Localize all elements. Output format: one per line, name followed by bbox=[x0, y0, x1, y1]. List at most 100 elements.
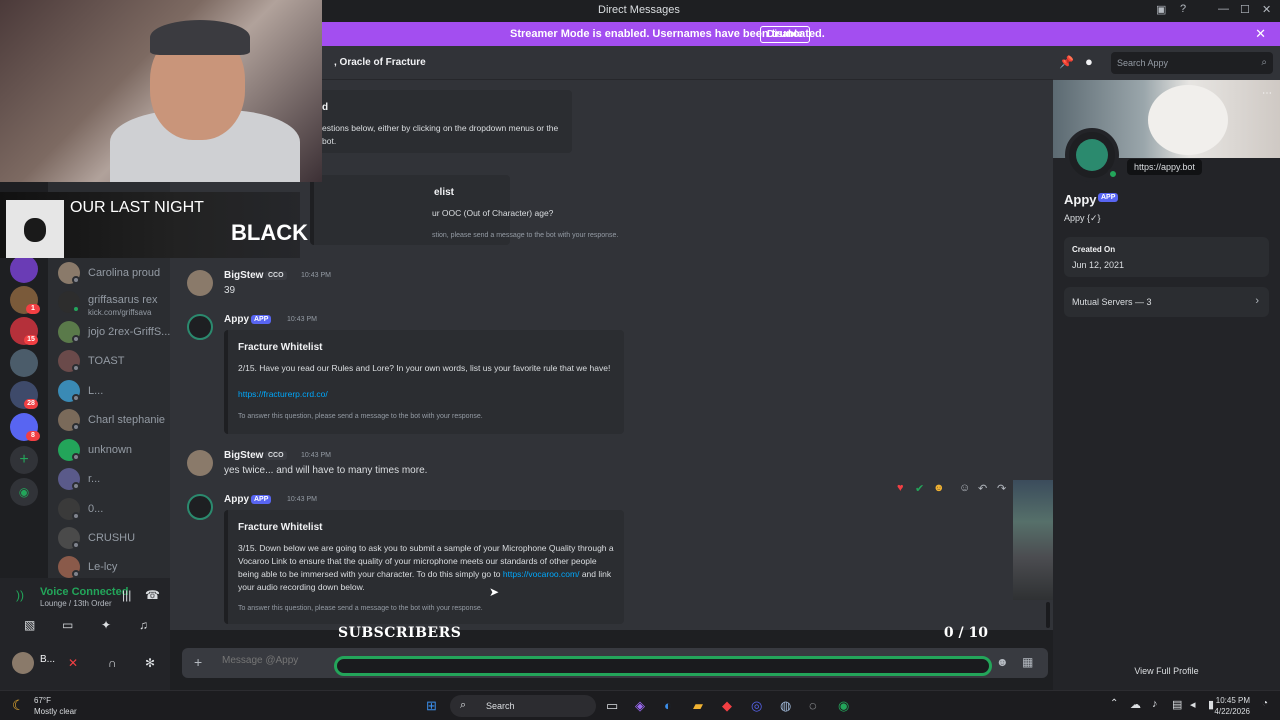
inbox-icon[interactable]: ▣ bbox=[1156, 3, 1166, 16]
file-explorer-icon[interactable]: ▰ bbox=[693, 698, 703, 714]
network-icon[interactable]: ▤ bbox=[1172, 698, 1182, 711]
minimize-button[interactable]: — bbox=[1218, 3, 1229, 15]
weather-widget[interactable]: 67°F Mostly clear bbox=[34, 695, 77, 717]
embed: d estions below, either by clicking on t… bbox=[310, 90, 572, 153]
dm-item[interactable]: unknown bbox=[58, 439, 170, 465]
message-author[interactable]: BigStew bbox=[224, 450, 263, 461]
pin-icon[interactable]: 📌 bbox=[1059, 55, 1074, 69]
cloud-icon[interactable]: ☁ bbox=[1130, 698, 1141, 711]
screen-share-icon[interactable]: ▭ bbox=[62, 618, 73, 632]
mutual-servers-label: Mutual Servers — 3 bbox=[1072, 297, 1152, 307]
noise-suppression-icon[interactable]: ||| bbox=[122, 588, 131, 602]
task-view-icon[interactable]: ▭ bbox=[606, 698, 618, 714]
search-input[interactable]: Search Appy ⌕ bbox=[1111, 52, 1273, 74]
reply-icon[interactable]: ↶ bbox=[978, 482, 987, 495]
dm-item[interactable]: jojo 2rex-GriffS... bbox=[58, 321, 170, 347]
message-input[interactable] bbox=[222, 655, 332, 666]
activities-icon[interactable]: ✦ bbox=[101, 618, 111, 632]
close-banner-icon[interactable]: ✕ bbox=[1255, 26, 1266, 42]
notification-bell-icon[interactable]: ◔ bbox=[1262, 698, 1268, 709]
dm-item[interactable]: 0... bbox=[58, 498, 170, 524]
headphones-icon[interactable]: ∩ bbox=[108, 656, 117, 670]
user-profile-icon[interactable]: ● bbox=[1085, 54, 1093, 69]
spotify-icon[interactable]: ◉ bbox=[838, 698, 849, 714]
steam-icon[interactable]: ◍ bbox=[780, 698, 791, 714]
more-options-icon[interactable]: ⋯ bbox=[1262, 88, 1272, 99]
help-icon[interactable]: ? bbox=[1180, 3, 1186, 15]
app-icon[interactable]: ◌ bbox=[809, 698, 817, 713]
dm-item[interactable]: griffasarus rex kick.com/griffsava bbox=[58, 291, 170, 317]
disable-streamer-mode-button[interactable]: Disable bbox=[760, 26, 810, 43]
dm-item[interactable]: Carolina proud bbox=[58, 262, 170, 288]
mic-icon[interactable]: ♪ bbox=[1152, 698, 1158, 710]
message-author[interactable]: Appy bbox=[224, 494, 249, 505]
dm-name: r... bbox=[88, 473, 101, 485]
now-playing-overlay: OUR LAST NIGHT BLACK bbox=[0, 192, 308, 258]
bot-avatar[interactable] bbox=[187, 494, 213, 520]
edge-icon[interactable]: ◐ bbox=[664, 698, 672, 713]
battery-icon[interactable]: ▮ bbox=[1208, 698, 1214, 711]
avatar[interactable] bbox=[187, 450, 213, 476]
discover-icon[interactable]: ◉ bbox=[10, 478, 38, 506]
server-icon[interactable] bbox=[10, 349, 38, 377]
server-icon[interactable] bbox=[10, 255, 38, 283]
volume-icon[interactable]: ◂ bbox=[1190, 698, 1196, 711]
emoji-icon[interactable]: ☻ bbox=[933, 482, 945, 494]
subscriber-count: 0 / 10 bbox=[943, 625, 988, 641]
dm-item[interactable]: r... bbox=[58, 468, 170, 494]
settings-gear-icon[interactable]: ✻ bbox=[145, 656, 155, 670]
add-server-icon[interactable]: + bbox=[10, 446, 38, 474]
dm-item[interactable]: L... bbox=[58, 380, 170, 406]
dm-name: CRUSHU bbox=[88, 532, 136, 544]
clock[interactable]: 10:45 PM 4/22/2026 bbox=[1214, 695, 1250, 717]
status-dot bbox=[72, 453, 80, 461]
tray-chevron-icon[interactable]: ⌃ bbox=[1110, 698, 1118, 709]
mutual-servers-button[interactable]: Mutual Servers — 3 › bbox=[1064, 287, 1269, 317]
close-window-button[interactable]: ✕ bbox=[1262, 3, 1271, 16]
start-icon[interactable]: ⊞ bbox=[426, 698, 437, 714]
add-reaction-icon[interactable]: ☺ bbox=[959, 482, 970, 494]
message-author[interactable]: Appy bbox=[224, 314, 249, 325]
discord-icon[interactable]: ◎ bbox=[751, 698, 762, 714]
check-icon[interactable]: ✔ bbox=[915, 482, 924, 495]
avatar[interactable] bbox=[12, 652, 34, 674]
taskbar-search[interactable]: ⌕ Search bbox=[450, 695, 596, 717]
heart-icon[interactable]: ♥ bbox=[897, 482, 904, 494]
embed-link[interactable]: https://vocaroo.com/ bbox=[503, 569, 580, 579]
dm-item[interactable]: CRUSHU bbox=[58, 527, 170, 553]
embed-title: Fracture Whitelist bbox=[238, 342, 323, 353]
mute-icon[interactable]: ✕ bbox=[68, 656, 78, 670]
search-icon: ⌕ bbox=[460, 699, 467, 711]
maximize-button[interactable]: ☐ bbox=[1240, 3, 1250, 16]
clipboard-icon bbox=[1076, 139, 1108, 171]
emoji-picker-icon[interactable]: ☻ bbox=[996, 655, 1009, 669]
attach-icon[interactable]: + bbox=[194, 654, 202, 670]
bot-avatar[interactable] bbox=[187, 314, 213, 340]
disconnect-icon[interactable]: ☎ bbox=[145, 588, 160, 602]
profile-avatar[interactable] bbox=[1065, 128, 1119, 182]
camera-off-icon[interactable]: ▧ bbox=[24, 618, 35, 632]
weather-icon[interactable]: ☾ bbox=[12, 697, 25, 714]
voice-channel[interactable]: Lounge / 13th Order bbox=[40, 599, 112, 608]
dm-item[interactable]: TOAST bbox=[58, 350, 170, 376]
current-username[interactable]: B... bbox=[40, 654, 55, 665]
dm-item[interactable]: Charl stephanie bbox=[58, 409, 170, 435]
dm-activity: kick.com/griffsava bbox=[88, 308, 152, 317]
embed-body: ur OOC (Out of Character) age? bbox=[432, 208, 554, 218]
status-dot bbox=[72, 541, 80, 549]
apps-icon[interactable]: ▦ bbox=[1022, 655, 1033, 669]
avatar[interactable] bbox=[187, 270, 213, 296]
forward-icon[interactable]: ↷ bbox=[997, 482, 1006, 495]
embed-link[interactable]: https://fracturerp.crd.co/ bbox=[238, 388, 618, 401]
app-icon[interactable]: ◆ bbox=[722, 698, 732, 714]
voice-status[interactable]: Voice Connected bbox=[40, 586, 128, 598]
copilot-icon[interactable]: ◈ bbox=[635, 698, 645, 714]
soundboard-icon[interactable]: ♫ bbox=[139, 618, 148, 632]
scrollbar[interactable] bbox=[1046, 602, 1050, 628]
view-full-profile-button[interactable]: View Full Profile bbox=[1053, 666, 1280, 676]
message-actions: ♥ ✔ ☻ ☺ ↶ ↷ bbox=[895, 482, 1015, 500]
message-author[interactable]: BigStew bbox=[224, 270, 263, 281]
status-dot bbox=[72, 482, 80, 490]
dm-name: TOAST bbox=[88, 355, 125, 367]
signal-icon[interactable]: )) bbox=[16, 588, 24, 602]
